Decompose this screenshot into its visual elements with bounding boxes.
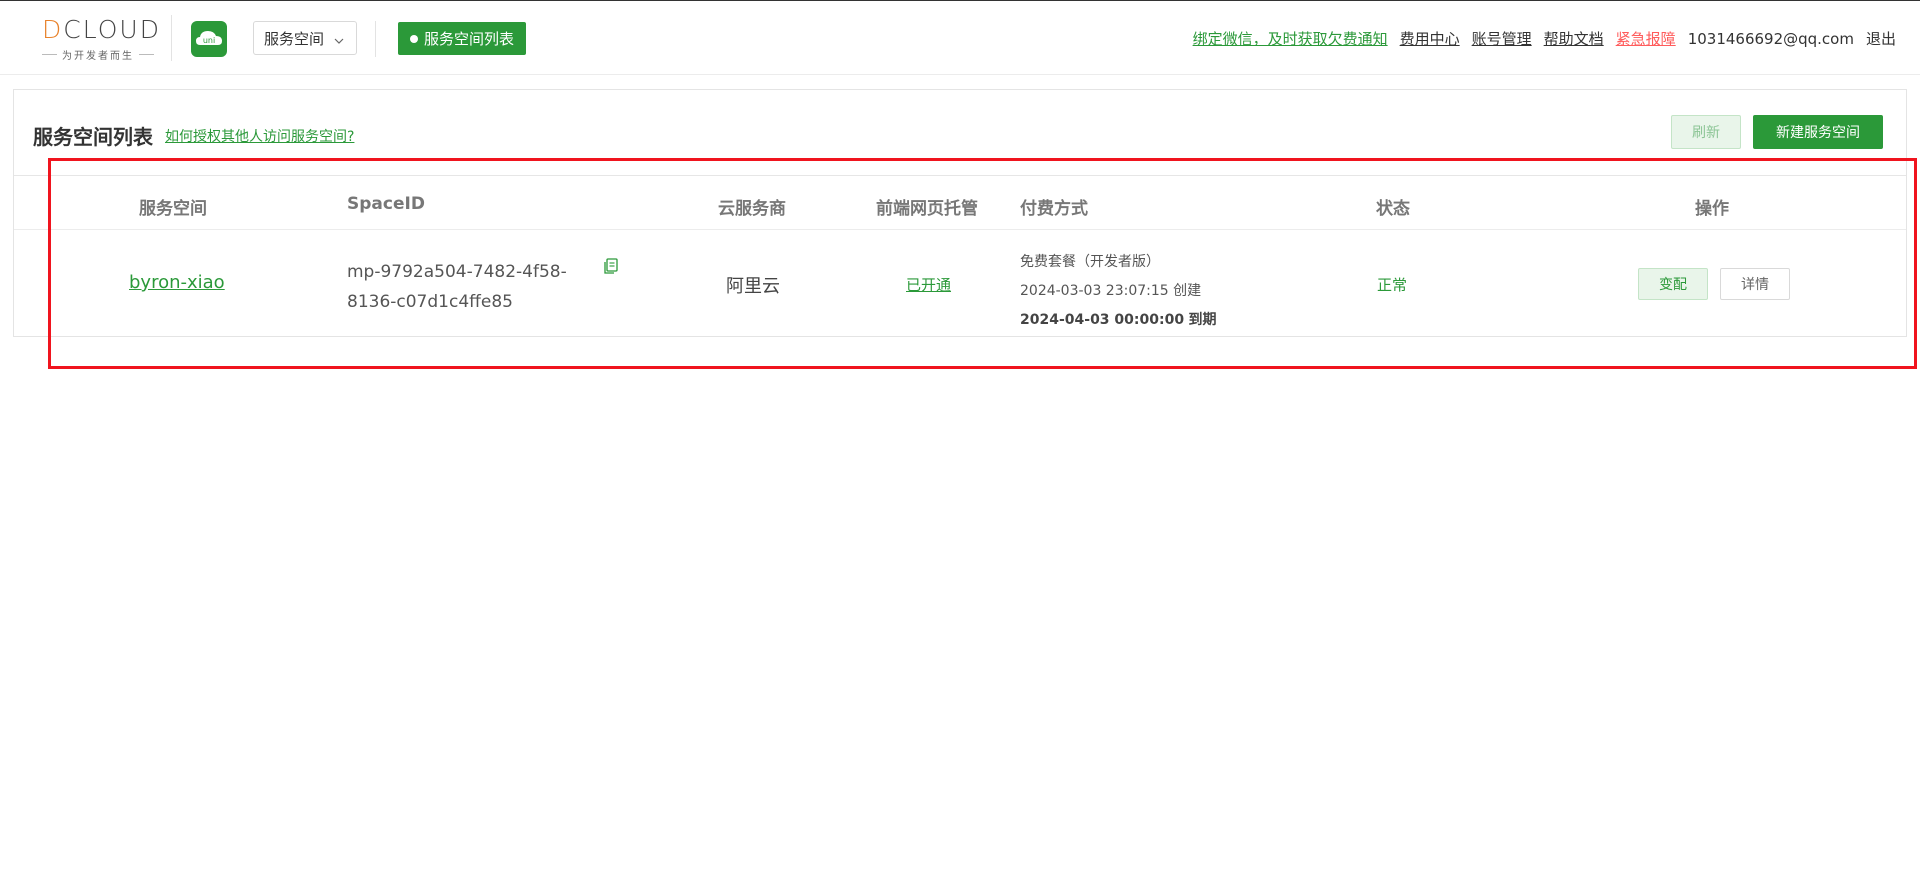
payment-created: 2024-03-03 23:07:15 创建 [1020,277,1217,306]
logout-link[interactable]: 退出 [1866,28,1896,49]
column-header-status: 状态 [1376,199,1410,219]
help-docs-link[interactable]: 帮助文档 [1544,28,1604,49]
space-list-panel: 服务空间列表 如何授权其他人访问服务空间? 刷新 新建服务空间 服务空间 Spa… [13,89,1907,337]
payment-expire: 2024-04-03 00:00:00 到期 [1020,306,1217,335]
refresh-button[interactable]: 刷新 [1671,115,1741,149]
active-dot-icon [409,34,418,43]
table-row: byron-xiao mp-9792a504-7482-4f58- 8136-c… [14,230,1906,336]
table-header: 服务空间 SpaceID 云服务商 前端网页托管 付费方式 状态 操作 [14,175,1906,230]
header-divider [375,21,376,57]
space-table: 服务空间 SpaceID 云服务商 前端网页托管 付费方式 状态 操作 byro… [14,175,1906,336]
logo-wordmark-text: CLOUD [63,15,161,44]
space-id-line-1: mp-9792a504-7482-4f58- [347,262,567,282]
space-status: 正常 [1377,276,1408,294]
column-header-provider: 云服务商 [718,199,786,219]
space-type-select[interactable]: 服务空间 [253,21,357,55]
payment-created-time: 2024-03-03 23:07:15 [1020,283,1169,299]
column-header-spaceid: SpaceID [347,194,425,214]
space-id: mp-9792a504-7482-4f58- 8136-c07d1c4ffe85 [347,257,577,317]
copy-icon[interactable] [602,257,620,275]
uni-cloud-icon[interactable]: uni [191,21,227,57]
billing-center-link[interactable]: 费用中心 [1400,28,1460,49]
account-management-link[interactable]: 账号管理 [1472,28,1532,49]
change-config-button[interactable]: 变配 [1638,268,1708,300]
payment-created-suffix: 创建 [1173,283,1202,299]
new-space-button[interactable]: 新建服务空间 [1753,115,1883,149]
space-id-line-2: 8136-c07d1c4ffe85 [347,292,513,312]
emergency-report-link[interactable]: 紧急报障 [1616,28,1676,49]
logo-tagline: 为开发者而生 [62,51,134,62]
uni-icon-label: uni [203,36,215,45]
space-list-nav-button[interactable]: 服务空间列表 [398,22,526,55]
space-type-select-value: 服务空间 [264,29,325,48]
logo-wordmark: DCLOUD [42,15,161,44]
user-email[interactable]: 1031466692@qq.com [1688,30,1854,48]
logo-tagline-row: 为开发者而生 [42,47,154,62]
hosting-status-link[interactable]: 已开通 [906,274,951,295]
page-title: 服务空间列表 [33,125,153,149]
payment-expire-suffix: 到期 [1188,312,1217,328]
top-links: 绑定微信，及时获取欠费通知 费用中心 账号管理 帮助文档 紧急报障 103146… [1193,28,1896,49]
space-list-nav-label: 服务空间列表 [423,30,514,48]
top-header: DCLOUD 为开发者而生 uni 服务空间 服务空间列表 绑定微信，及时获取欠… [0,1,1920,75]
logo-d-mark: D [42,15,64,44]
authorize-help-link[interactable]: 如何授权其他人访问服务空间? [165,126,354,146]
dcloud-logo[interactable]: DCLOUD 为开发者而生 [42,15,159,62]
cloud-provider: 阿里云 [726,276,780,297]
payment-expire-time: 2024-04-03 00:00:00 [1020,312,1185,328]
column-header-hosting: 前端网页托管 [876,199,978,219]
bind-wechat-link[interactable]: 绑定微信，及时获取欠费通知 [1193,28,1388,49]
payment-plan: 免费套餐（开发者版） [1020,254,1160,270]
space-name-link[interactable]: byron-xiao [129,272,225,293]
chevron-down-icon [334,32,344,50]
column-header-space: 服务空间 [139,199,207,219]
header-divider [171,15,172,61]
detail-button[interactable]: 详情 [1720,268,1790,300]
column-header-payment: 付费方式 [1020,199,1088,219]
column-header-actions: 操作 [1695,199,1729,219]
payment-info: 免费套餐（开发者版） 2024-03-03 23:07:15 创建 2024-0… [1020,248,1217,335]
